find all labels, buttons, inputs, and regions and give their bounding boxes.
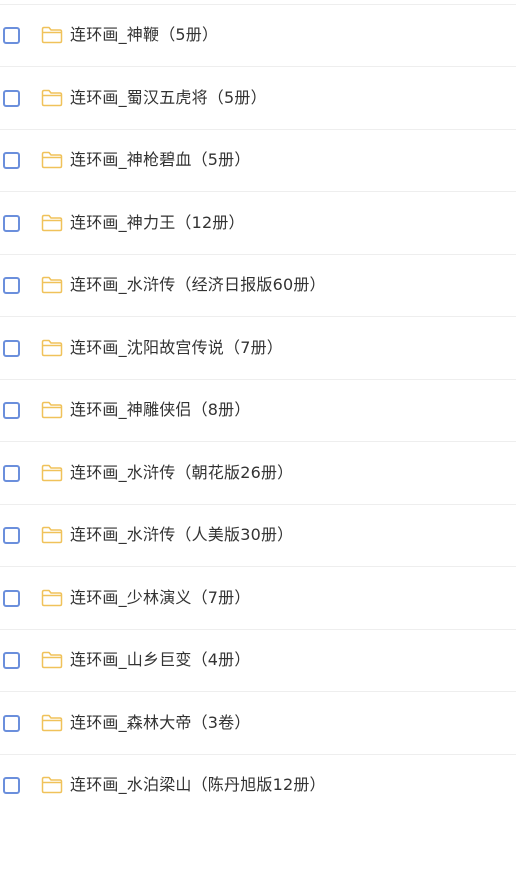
folder-name[interactable]: 连环画_沈阳故宫传说（7册）: [70, 337, 283, 359]
list-item[interactable]: 连环画_蜀汉五虎将（5册）: [0, 68, 516, 130]
empty-area: [0, 798, 516, 889]
folder-name[interactable]: 连环画_神鞭（5册）: [70, 24, 218, 46]
folder-name[interactable]: 连环画_神力王（12册）: [70, 212, 245, 234]
list-item[interactable]: 连环画_神枪碧血（5册）: [0, 130, 516, 192]
checkbox-icon[interactable]: [3, 152, 20, 169]
folder-icon: [41, 214, 63, 232]
folder-icon: [41, 776, 63, 794]
checkbox-icon[interactable]: [3, 715, 20, 732]
checkbox-icon[interactable]: [3, 402, 20, 419]
folder-icon: [41, 714, 63, 732]
folder-name[interactable]: 连环画_少林演义（7册）: [70, 587, 251, 609]
checkbox-icon[interactable]: [3, 465, 20, 482]
list-item[interactable]: 连环画_森林大帝（3卷）: [0, 693, 516, 755]
folder-name[interactable]: 连环画_水浒传（朝花版26册）: [70, 462, 293, 484]
checkbox-icon[interactable]: [3, 590, 20, 607]
checkbox-icon[interactable]: [3, 777, 20, 794]
checkbox-icon[interactable]: [3, 527, 20, 544]
list-item[interactable]: 连环画_水浒传（朝花版26册）: [0, 443, 516, 505]
checkbox-icon[interactable]: [3, 215, 20, 232]
file-list: 连环画_神鞭（5册） 连环画_蜀汉五虎将（5册） 连环画_神枪碧血（5册） 连环…: [0, 0, 516, 798]
folder-icon: [41, 276, 63, 294]
list-item[interactable]: 连环画_神力王（12册）: [0, 193, 516, 255]
folder-icon: [41, 26, 63, 44]
folder-name[interactable]: 连环画_蜀汉五虎将（5册）: [70, 87, 267, 109]
list-item[interactable]: 连环画_水浒传（经济日报版60册）: [0, 255, 516, 317]
folder-name[interactable]: 连环画_水浒传（经济日报版60册）: [70, 274, 326, 296]
list-item[interactable]: 连环画_神鞭（5册）: [0, 5, 516, 67]
list-item[interactable]: 连环画_沈阳故宫传说（7册）: [0, 318, 516, 380]
checkbox-icon[interactable]: [3, 90, 20, 107]
folder-name[interactable]: 连环画_水泊梁山（陈丹旭版12册）: [70, 774, 326, 796]
list-item[interactable]: 连环画_水浒传（人美版30册）: [0, 505, 516, 567]
checkbox-icon[interactable]: [3, 340, 20, 357]
folder-icon: [41, 589, 63, 607]
folder-icon: [41, 151, 63, 169]
folder-name[interactable]: 连环画_水浒传（人美版30册）: [70, 524, 293, 546]
folder-icon: [41, 89, 63, 107]
folder-name[interactable]: 连环画_山乡巨变（4册）: [70, 649, 251, 671]
list-item[interactable]: 连环画_少林演义（7册）: [0, 568, 516, 630]
checkbox-icon[interactable]: [3, 27, 20, 44]
folder-name[interactable]: 连环画_神枪碧血（5册）: [70, 149, 251, 171]
list-item[interactable]: 连环画_山乡巨变（4册）: [0, 630, 516, 692]
folder-icon: [41, 464, 63, 482]
folder-icon: [41, 339, 63, 357]
folder-icon: [41, 651, 63, 669]
folder-name[interactable]: 连环画_神雕侠侣（8册）: [70, 399, 251, 421]
list-item[interactable]: 连环画_神雕侠侣（8册）: [0, 380, 516, 442]
folder-icon: [41, 526, 63, 544]
folder-icon: [41, 401, 63, 419]
list-item[interactable]: 连环画_水泊梁山（陈丹旭版12册）: [0, 755, 516, 798]
checkbox-icon[interactable]: [3, 652, 20, 669]
checkbox-icon[interactable]: [3, 277, 20, 294]
folder-name[interactable]: 连环画_森林大帝（3卷）: [70, 712, 251, 734]
